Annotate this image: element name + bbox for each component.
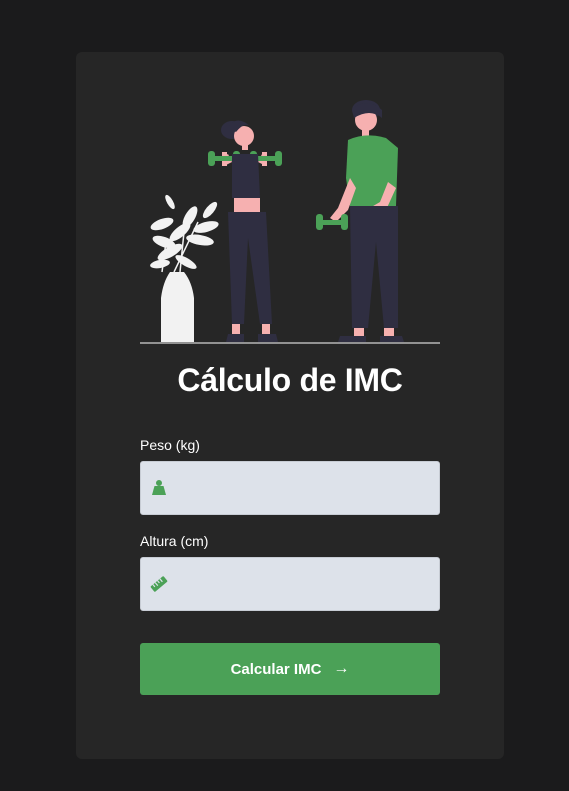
page: Cálculo de IMC Peso (kg) Altura (cm) Cal…	[0, 0, 569, 791]
vase-icon	[161, 272, 194, 342]
arrow-right-icon: →	[333, 660, 350, 677]
height-input[interactable]	[177, 558, 433, 610]
calculate-button[interactable]: Calcular IMC →	[140, 643, 440, 695]
man-figure	[316, 100, 404, 342]
calculate-button-label: Calcular IMC	[230, 660, 322, 678]
height-label: Altura (cm)	[140, 533, 209, 549]
height-field[interactable]	[140, 557, 440, 611]
weight-field[interactable]	[140, 461, 440, 515]
weight-label: Peso (kg)	[140, 437, 200, 453]
imc-card: Cálculo de IMC Peso (kg) Altura (cm) Cal…	[76, 52, 504, 759]
fitness-people-illustration	[140, 92, 440, 344]
woman-figure	[208, 120, 282, 342]
weight-icon	[152, 479, 166, 495]
plant-icon	[150, 194, 219, 273]
ruler-icon	[150, 576, 168, 592]
page-title: Cálculo de IMC	[177, 362, 403, 398]
weight-input[interactable]	[177, 462, 433, 514]
